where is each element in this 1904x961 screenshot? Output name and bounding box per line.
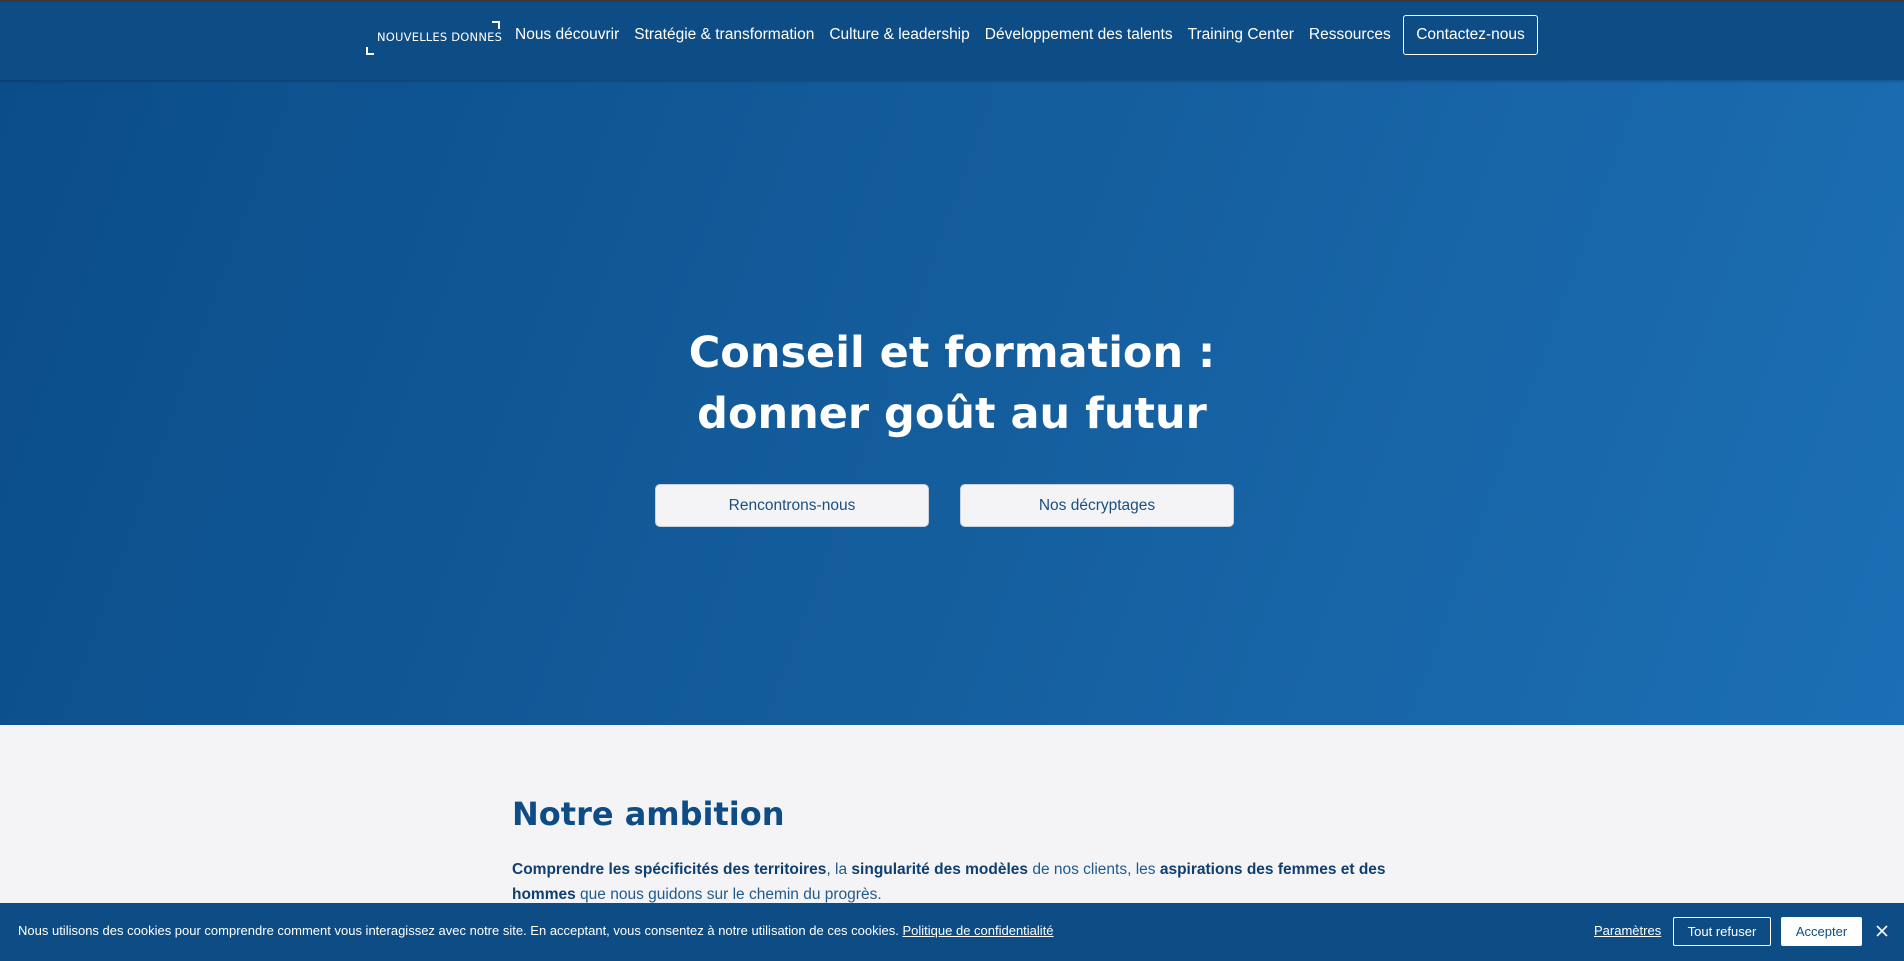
ambition-text-part: Comprendre les spécificités des territoi…	[512, 861, 827, 878]
ambition-text-part: que nous guidons sur le chemin du progrè…	[575, 886, 882, 903]
refuse-all-button[interactable]: Tout refuser	[1673, 917, 1771, 946]
hero-title-line-2: donner goût au futur	[697, 389, 1207, 439]
nav-item-strategie-transformation[interactable]: Stratégie & transformation	[634, 26, 814, 44]
nav-item-training-center[interactable]: Training Center	[1188, 26, 1294, 44]
ambition-text-part: singularité des modèles	[851, 861, 1029, 878]
nav-item-ressources[interactable]: Ressources	[1309, 26, 1391, 44]
meet-button[interactable]: Rencontrons-nous	[655, 484, 929, 527]
logo-corner-top-right	[492, 21, 500, 29]
cookie-message: Nous utilisons des cookies pour comprend…	[18, 923, 1054, 938]
insights-button[interactable]: Nos décryptages	[960, 484, 1234, 527]
ambition-title: Notre ambition	[512, 795, 785, 833]
hero-title: Conseil et formation : donner goût au fu…	[0, 323, 1904, 445]
nav-item-culture-leadership[interactable]: Culture & leadership	[829, 26, 969, 44]
ambition-text: Comprendre les spécificités des territoi…	[512, 857, 1412, 907]
cookie-message-text: Nous utilisons des cookies pour comprend…	[18, 923, 899, 938]
site-header: NOUVELLES DONNES Nous découvrir Stratégi…	[0, 0, 1904, 80]
main-nav: Nous découvrir Stratégie & transformatio…	[515, 24, 1391, 46]
cookie-banner: Nous utilisons des cookies pour comprend…	[0, 903, 1904, 961]
close-icon[interactable]	[1872, 921, 1892, 941]
hero-section: Conseil et formation : donner goût au fu…	[0, 80, 1904, 725]
ambition-text-part: de nos clients, les	[1028, 861, 1160, 878]
ambition-text-part: , la	[826, 861, 852, 878]
privacy-policy-link[interactable]: Politique de confidentialité	[902, 923, 1053, 938]
logo-text: NOUVELLES DONNES	[377, 30, 503, 44]
logo[interactable]: NOUVELLES DONNES	[366, 21, 503, 55]
accept-button[interactable]: Accepter	[1781, 917, 1862, 946]
nav-item-developpement-talents[interactable]: Développement des talents	[985, 26, 1173, 44]
logo-corner-bottom-left	[366, 47, 374, 55]
contact-button[interactable]: Contactez-nous	[1403, 15, 1538, 55]
cookie-settings-link[interactable]: Paramètres	[1594, 923, 1661, 938]
hero-title-line-1: Conseil et formation :	[688, 328, 1216, 378]
nav-item-nous-decouvrir[interactable]: Nous découvrir	[515, 26, 619, 44]
